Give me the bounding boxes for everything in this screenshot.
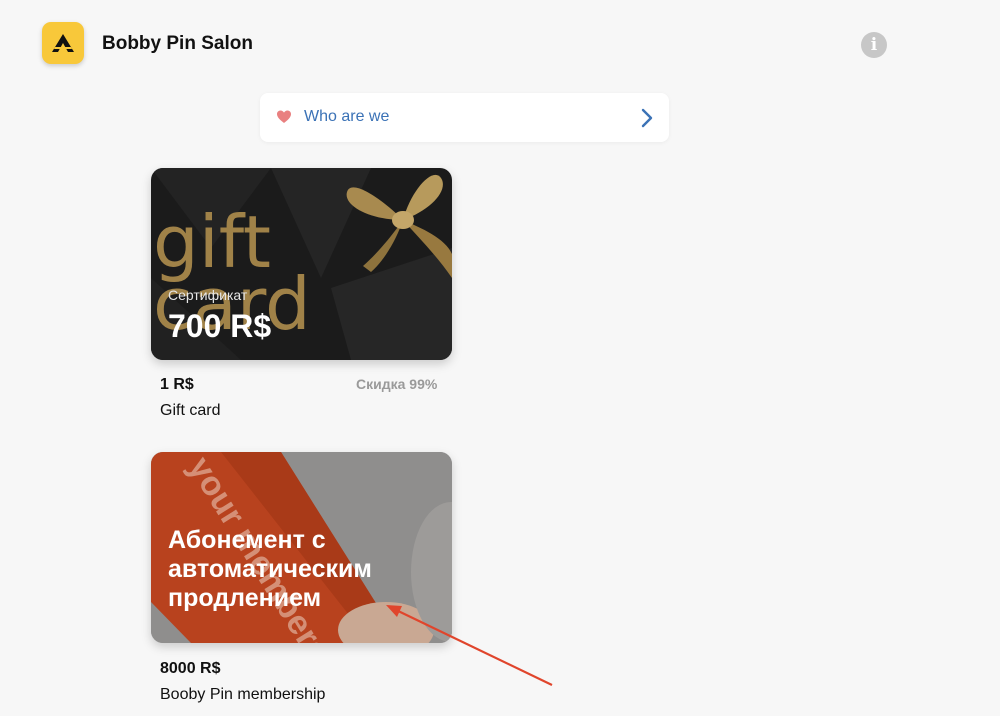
gift-card-name[interactable]: Gift card — [160, 402, 220, 420]
membership-name[interactable]: Booby Pin membership — [160, 686, 325, 704]
gift-bow-icon — [346, 174, 452, 278]
salon-logo[interactable] — [42, 22, 84, 64]
app-header: Bobby Pin Salon i — [0, 0, 1000, 90]
certificate-amount: 700 R$ — [168, 308, 272, 344]
membership-price: 8000 R$ — [160, 660, 221, 677]
who-are-we-label: Who are we — [304, 108, 390, 125]
salon-name: Bobby Pin Salon — [102, 33, 253, 54]
info-icon[interactable]: i — [861, 32, 887, 58]
info-glyph: i — [870, 35, 878, 55]
triangle-logo-icon — [52, 34, 74, 52]
heart-icon — [277, 110, 291, 123]
annotation-arrow — [386, 605, 553, 686]
chevron-right-icon — [641, 108, 653, 128]
gift-card-price: 1 R$ — [160, 376, 194, 393]
who-are-we-link[interactable]: Who are we — [260, 93, 669, 142]
discount-badge: Скидка 99% — [356, 376, 438, 392]
gift-card-image[interactable]: gift card Сертификат 700 R$ — [151, 168, 452, 360]
certificate-label: Сертификат — [168, 287, 248, 303]
